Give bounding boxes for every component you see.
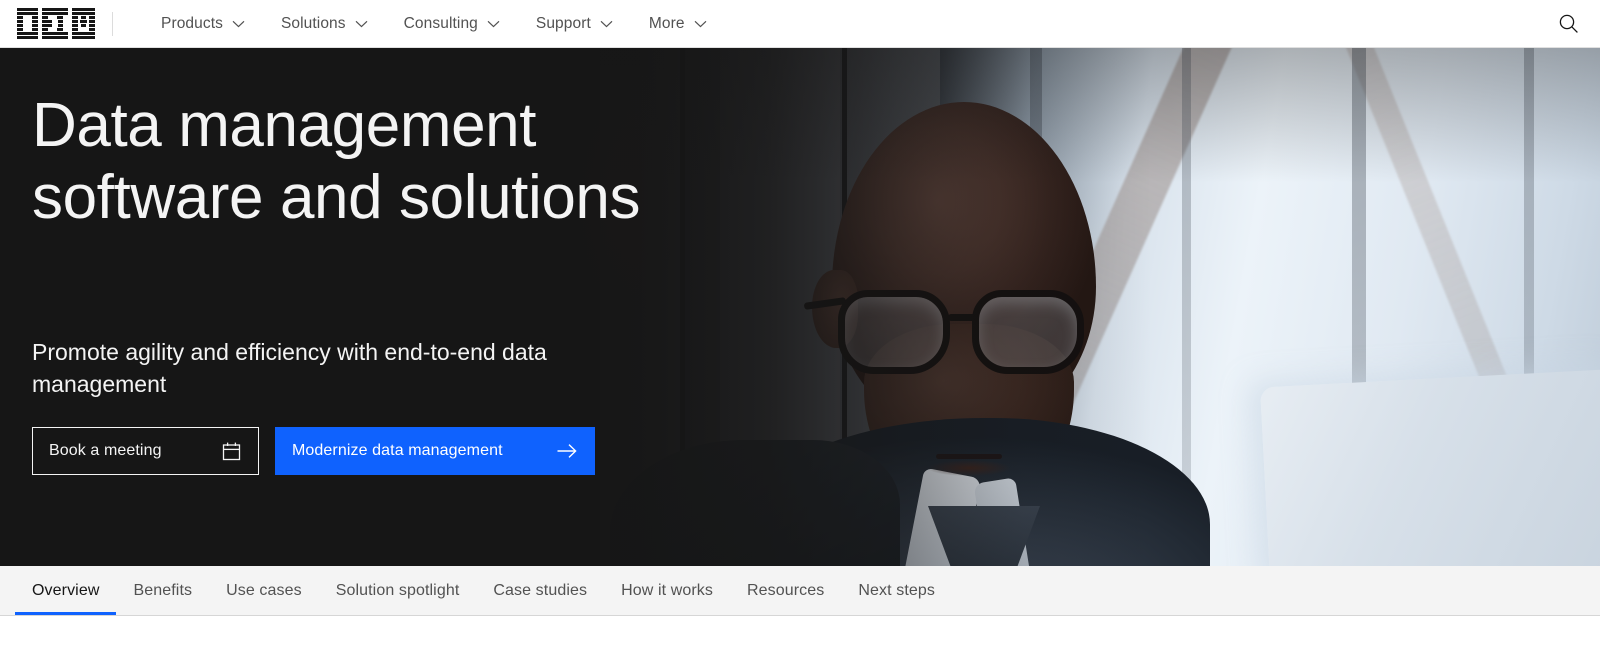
nav-item-label: Products [161, 15, 223, 33]
masthead-actions [1544, 0, 1600, 48]
nav-item-label: Support [536, 15, 591, 33]
search-icon [1558, 13, 1579, 34]
nav-item-support[interactable]: Support [518, 0, 631, 48]
tab-label: Solution spotlight [336, 582, 460, 600]
tab-solution-spotlight[interactable]: Solution spotlight [319, 566, 477, 615]
hero-content: Data management software and solutions P… [32, 48, 732, 475]
tab-case-studies[interactable]: Case studies [476, 566, 604, 615]
tab-use-cases[interactable]: Use cases [209, 566, 319, 615]
chevron-down-icon [487, 20, 500, 28]
page-title-line1: Data management [32, 91, 536, 160]
tab-label: Benefits [133, 582, 192, 600]
chevron-down-icon [232, 20, 245, 28]
masthead-divider [112, 12, 113, 36]
calendar-icon [221, 441, 242, 462]
primary-nav: Products Solutions Consulting Support Mo [143, 0, 725, 48]
masthead: Products Solutions Consulting Support Mo [0, 0, 1600, 48]
chevron-down-icon [694, 20, 707, 28]
ibm-logo-icon [17, 8, 95, 39]
tab-resources[interactable]: Resources [730, 566, 841, 615]
tab-how-it-works[interactable]: How it works [604, 566, 730, 615]
tab-label: Case studies [493, 582, 587, 600]
modernize-data-management-label: Modernize data management [292, 442, 503, 460]
nav-item-more[interactable]: More [631, 0, 725, 48]
hero-banner: Data management software and solutions P… [0, 48, 1600, 566]
chevron-down-icon [355, 20, 368, 28]
modernize-data-management-button[interactable]: Modernize data management [275, 427, 595, 475]
tab-label: Use cases [226, 582, 302, 600]
tab-label: Resources [747, 582, 824, 600]
hero-subtitle: Promote agility and efficiency with end-… [32, 337, 572, 400]
chevron-down-icon [600, 20, 613, 28]
tab-next-steps[interactable]: Next steps [841, 566, 952, 615]
book-a-meeting-label: Book a meeting [49, 442, 162, 460]
nav-item-solutions[interactable]: Solutions [263, 0, 386, 48]
hero-cta-group: Book a meeting Modernize data management [32, 427, 732, 475]
tab-benefits[interactable]: Benefits [116, 566, 209, 615]
nav-item-label: Solutions [281, 15, 346, 33]
page-title: Data management software and solutions [32, 90, 732, 234]
page-body [0, 616, 1600, 657]
nav-item-products[interactable]: Products [143, 0, 263, 48]
arrow-right-icon [556, 442, 578, 460]
book-a-meeting-button[interactable]: Book a meeting [32, 427, 259, 475]
ibm-logo[interactable] [0, 0, 112, 48]
section-tabs: Overview Benefits Use cases Solution spo… [0, 566, 1600, 616]
nav-item-label: Consulting [404, 15, 478, 33]
nav-item-label: More [649, 15, 685, 33]
tab-label: How it works [621, 582, 713, 600]
page-title-line2: software and solutions [32, 163, 640, 232]
tab-label: Overview [32, 582, 99, 600]
nav-item-consulting[interactable]: Consulting [386, 0, 518, 48]
search-button[interactable] [1544, 0, 1592, 48]
tab-overview[interactable]: Overview [15, 566, 116, 615]
tab-label: Next steps [858, 582, 935, 600]
